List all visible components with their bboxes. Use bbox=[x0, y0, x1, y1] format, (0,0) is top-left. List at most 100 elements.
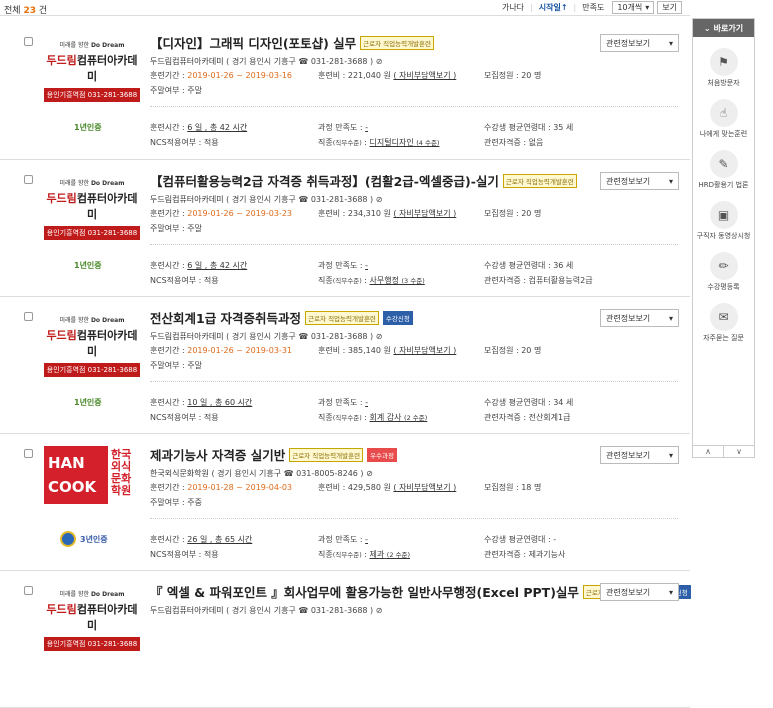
self-pay-link[interactable]: ( 자비부담액보기 ) bbox=[393, 346, 456, 355]
course-checkbox[interactable] bbox=[24, 175, 33, 184]
org-name[interactable]: 두드림컴퓨터아카데미 bbox=[150, 332, 224, 341]
self-pay-link[interactable]: ( 자비부담액보기 ) bbox=[393, 483, 456, 492]
apply-badge: 수강신청 bbox=[382, 310, 413, 325]
fee: 훈련비 : 221,040 원 ( 자비부담액보기 ) bbox=[318, 71, 457, 80]
result-toolbar: 전체 23 건 가나다 | 시작일↑ | 만족도 10개씩 ▾ 보기 bbox=[0, 0, 690, 16]
org-name[interactable]: 두드림컴퓨터아카데미 bbox=[150, 195, 224, 204]
sidebar-item[interactable]: ✏ 수강평등록 bbox=[693, 252, 754, 292]
sort-bar: 가나다 | 시작일↑ | 만족도 10개씩 ▾ 보기 bbox=[502, 1, 682, 14]
flag-icon: ⚑ bbox=[709, 48, 738, 76]
weekend: 주말여부 : 주말 bbox=[150, 224, 202, 233]
job-type: 직종(직무수준) : 디지털디자인 (4 수준) bbox=[318, 138, 440, 147]
cert-badge: 3년인증 bbox=[60, 531, 108, 547]
related-info-select[interactable]: 관련정보보기 ▾ bbox=[600, 172, 679, 190]
training-type-badge: 근로자 직업능력개발훈련 bbox=[360, 35, 434, 50]
course-checkbox[interactable] bbox=[24, 312, 33, 321]
related-info-select[interactable]: 관련정보보기 ▾ bbox=[600, 34, 679, 52]
sort-start-date[interactable]: 시작일↑ bbox=[539, 2, 568, 13]
chevron-down-icon: ▾ bbox=[668, 176, 673, 186]
satisfaction: 과정 만족도 : - bbox=[318, 123, 369, 132]
org-name[interactable]: 한국외식문화학원 bbox=[150, 469, 209, 478]
palette-icon: ✎ bbox=[709, 150, 738, 178]
related-info-select[interactable]: 관련정보보기 ▾ bbox=[600, 583, 679, 601]
avg-age: 수강생 평균연령대 : 34 세 bbox=[484, 398, 574, 407]
training-type-badge: 근로자 직업능력개발훈련 bbox=[305, 310, 379, 325]
course-checkbox[interactable] bbox=[24, 37, 33, 46]
org-line: 두드림컴퓨터아카데미 ( 경기 용인시 기흥구 ☎ 031-281-3688 )… bbox=[150, 57, 383, 66]
hours: 훈련시간 : 6 일 , 총 42 시간 bbox=[150, 261, 248, 270]
divider bbox=[150, 106, 678, 107]
course-item: 미래를 향한 Do Dream 두드림컴퓨터아카데미 용인기흥역점 031-28… bbox=[0, 571, 691, 708]
satisfaction: 과정 만족도 : - bbox=[318, 261, 369, 270]
course-checkbox[interactable] bbox=[24, 449, 33, 458]
sidebar-item-label: 처음방문자 bbox=[707, 79, 740, 87]
sidebar-item-label: 나에게 맞는훈련 bbox=[699, 130, 748, 138]
capacity: 모집정원 : 18 명 bbox=[484, 483, 542, 492]
quick-links-header: ⌄ 바로가기 bbox=[693, 19, 754, 37]
chevron-down-icon: ▾ bbox=[645, 3, 650, 12]
page-size-select[interactable]: 10개씩 ▾ bbox=[612, 1, 655, 14]
sidebar-item-label: 수강평등록 bbox=[707, 283, 740, 291]
self-pay-link[interactable]: ( 자비부담액보기 ) bbox=[393, 71, 456, 80]
academy-logo: HAN COOK 한국 외식 문화 학원 bbox=[44, 446, 140, 504]
sidebar-prev-button[interactable]: ∧ bbox=[693, 446, 724, 457]
ncs: NCS적용여부 : 적용 bbox=[150, 413, 219, 422]
course-checkbox[interactable] bbox=[24, 586, 33, 595]
capacity: 모집정원 : 20 명 bbox=[484, 346, 542, 355]
capacity: 모집정원 : 20 명 bbox=[484, 71, 542, 80]
course-title[interactable]: 【디자인】그래픽 디자인(포토샵) 실무 근로자 직업능력개발훈련 bbox=[150, 33, 434, 52]
cert-badge: 1년인증 bbox=[74, 261, 102, 270]
sidebar-item[interactable]: ✎ HRD활용기 법론 bbox=[693, 150, 754, 190]
training-type-badge: 근로자 직업능력개발훈련 bbox=[502, 173, 577, 188]
sidebar-item[interactable]: ☝ 나에게 맞는훈련 bbox=[693, 99, 754, 139]
chevron-down-icon: ▾ bbox=[668, 450, 673, 460]
period: 훈련기간 : 2019-01-26 ~ 2019-03-16 bbox=[150, 71, 293, 80]
sort-satisfaction[interactable]: 만족도 bbox=[582, 2, 604, 13]
job-link[interactable]: 디지털디자인 (4 수준) bbox=[370, 138, 440, 147]
seal-icon bbox=[60, 531, 76, 547]
sort-alpha[interactable]: 가나다 bbox=[502, 2, 524, 13]
video-icon: ▣ bbox=[709, 201, 738, 229]
course-title[interactable]: 전산회계1급 자격증취득과정 근로자 직업능력개발훈련 수강신청 bbox=[150, 308, 413, 327]
satisfaction: 과정 만족도 : - bbox=[318, 398, 369, 407]
pencil-icon: ✏ bbox=[709, 252, 738, 280]
avg-age: 수강생 평균연령대 : - bbox=[484, 535, 557, 544]
related-info-select[interactable]: 관련정보보기 ▾ bbox=[600, 309, 679, 327]
job-link[interactable]: 제과 (2 수준) bbox=[370, 550, 411, 559]
org-name[interactable]: 두드림컴퓨터아카데미 bbox=[150, 606, 224, 615]
chevron-down-icon: ▾ bbox=[668, 313, 673, 323]
link-icon: ⊘ bbox=[375, 332, 383, 341]
job-link[interactable]: 회계 감사 (2 수준) bbox=[370, 413, 428, 422]
job-link[interactable]: 사무행정 (3 수준) bbox=[370, 276, 425, 285]
hours: 훈련시간 : 10 일 , 총 60 시간 bbox=[150, 398, 253, 407]
course-item: 미래를 향한 Do Dream 두드림컴퓨터아카데미 용인기흥역점 031-28… bbox=[0, 297, 690, 434]
excellent-badge: 우수과정 bbox=[367, 447, 397, 462]
sidebar-next-button[interactable]: ∨ bbox=[724, 446, 754, 457]
org-name[interactable]: 두드림컴퓨터아카데미 bbox=[150, 57, 224, 66]
capacity: 모집정원 : 20 명 bbox=[484, 209, 542, 218]
self-pay-link[interactable]: ( 자비부담액보기 ) bbox=[393, 209, 456, 218]
chevron-down-icon: ▾ bbox=[668, 587, 673, 597]
academy-logo: 미래를 향한 Do Dream 두드림컴퓨터아카데미 용인기흥역점 031-28… bbox=[44, 583, 140, 651]
sidebar-item[interactable]: ⚑ 처음방문자 bbox=[693, 48, 754, 88]
link-icon: ⊘ bbox=[375, 606, 383, 615]
sidebar-item[interactable]: ▣ 구직자 동영상시청 bbox=[693, 201, 754, 241]
academy-logo: 미래를 향한 Do Dream 두드림컴퓨터아카데미 용인기흥역점 031-28… bbox=[44, 309, 140, 377]
sidebar-item[interactable]: ✉ 자주묻는 질문 bbox=[693, 303, 754, 343]
course-list: 미래를 향한 Do Dream 두드림컴퓨터아카데미 용인기흥역점 031-28… bbox=[0, 22, 691, 708]
academy-logo: 미래를 향한 Do Dream 두드림컴퓨터아카데미 용인기흥역점 031-28… bbox=[44, 172, 140, 240]
sidebar-item-label: HRD활용기 법론 bbox=[698, 181, 749, 189]
job-type: 직종(직무수준) : 제과 (2 수준) bbox=[318, 550, 411, 559]
cert-badge: 1년인증 bbox=[74, 123, 102, 132]
related-info-select[interactable]: 관련정보보기 ▾ bbox=[600, 446, 679, 464]
total-count: 전체 23 건 bbox=[4, 6, 48, 16]
course-item: 미래를 향한 Do Dream 두드림컴퓨터아카데미 용인기흥역점 031-28… bbox=[0, 160, 690, 297]
view-button[interactable]: 보기 bbox=[657, 1, 682, 14]
divider bbox=[150, 381, 678, 382]
chevron-down-icon: ▾ bbox=[668, 38, 673, 48]
training-type-badge: 근로자 직업능력개발훈련 bbox=[289, 447, 364, 462]
weekend: 주말여부 : 주말 bbox=[150, 86, 202, 95]
course-title[interactable]: 【컴퓨터활용능력2급 자격증 취득과정】(컴활2급-엑셀중급)-실기 근로자 직업… bbox=[150, 171, 577, 190]
satisfaction: 과정 만족도 : - bbox=[318, 535, 369, 544]
course-title[interactable]: 제과기능사 자격증 실기반 근로자 직업능력개발훈련 우수과정 bbox=[150, 445, 397, 464]
